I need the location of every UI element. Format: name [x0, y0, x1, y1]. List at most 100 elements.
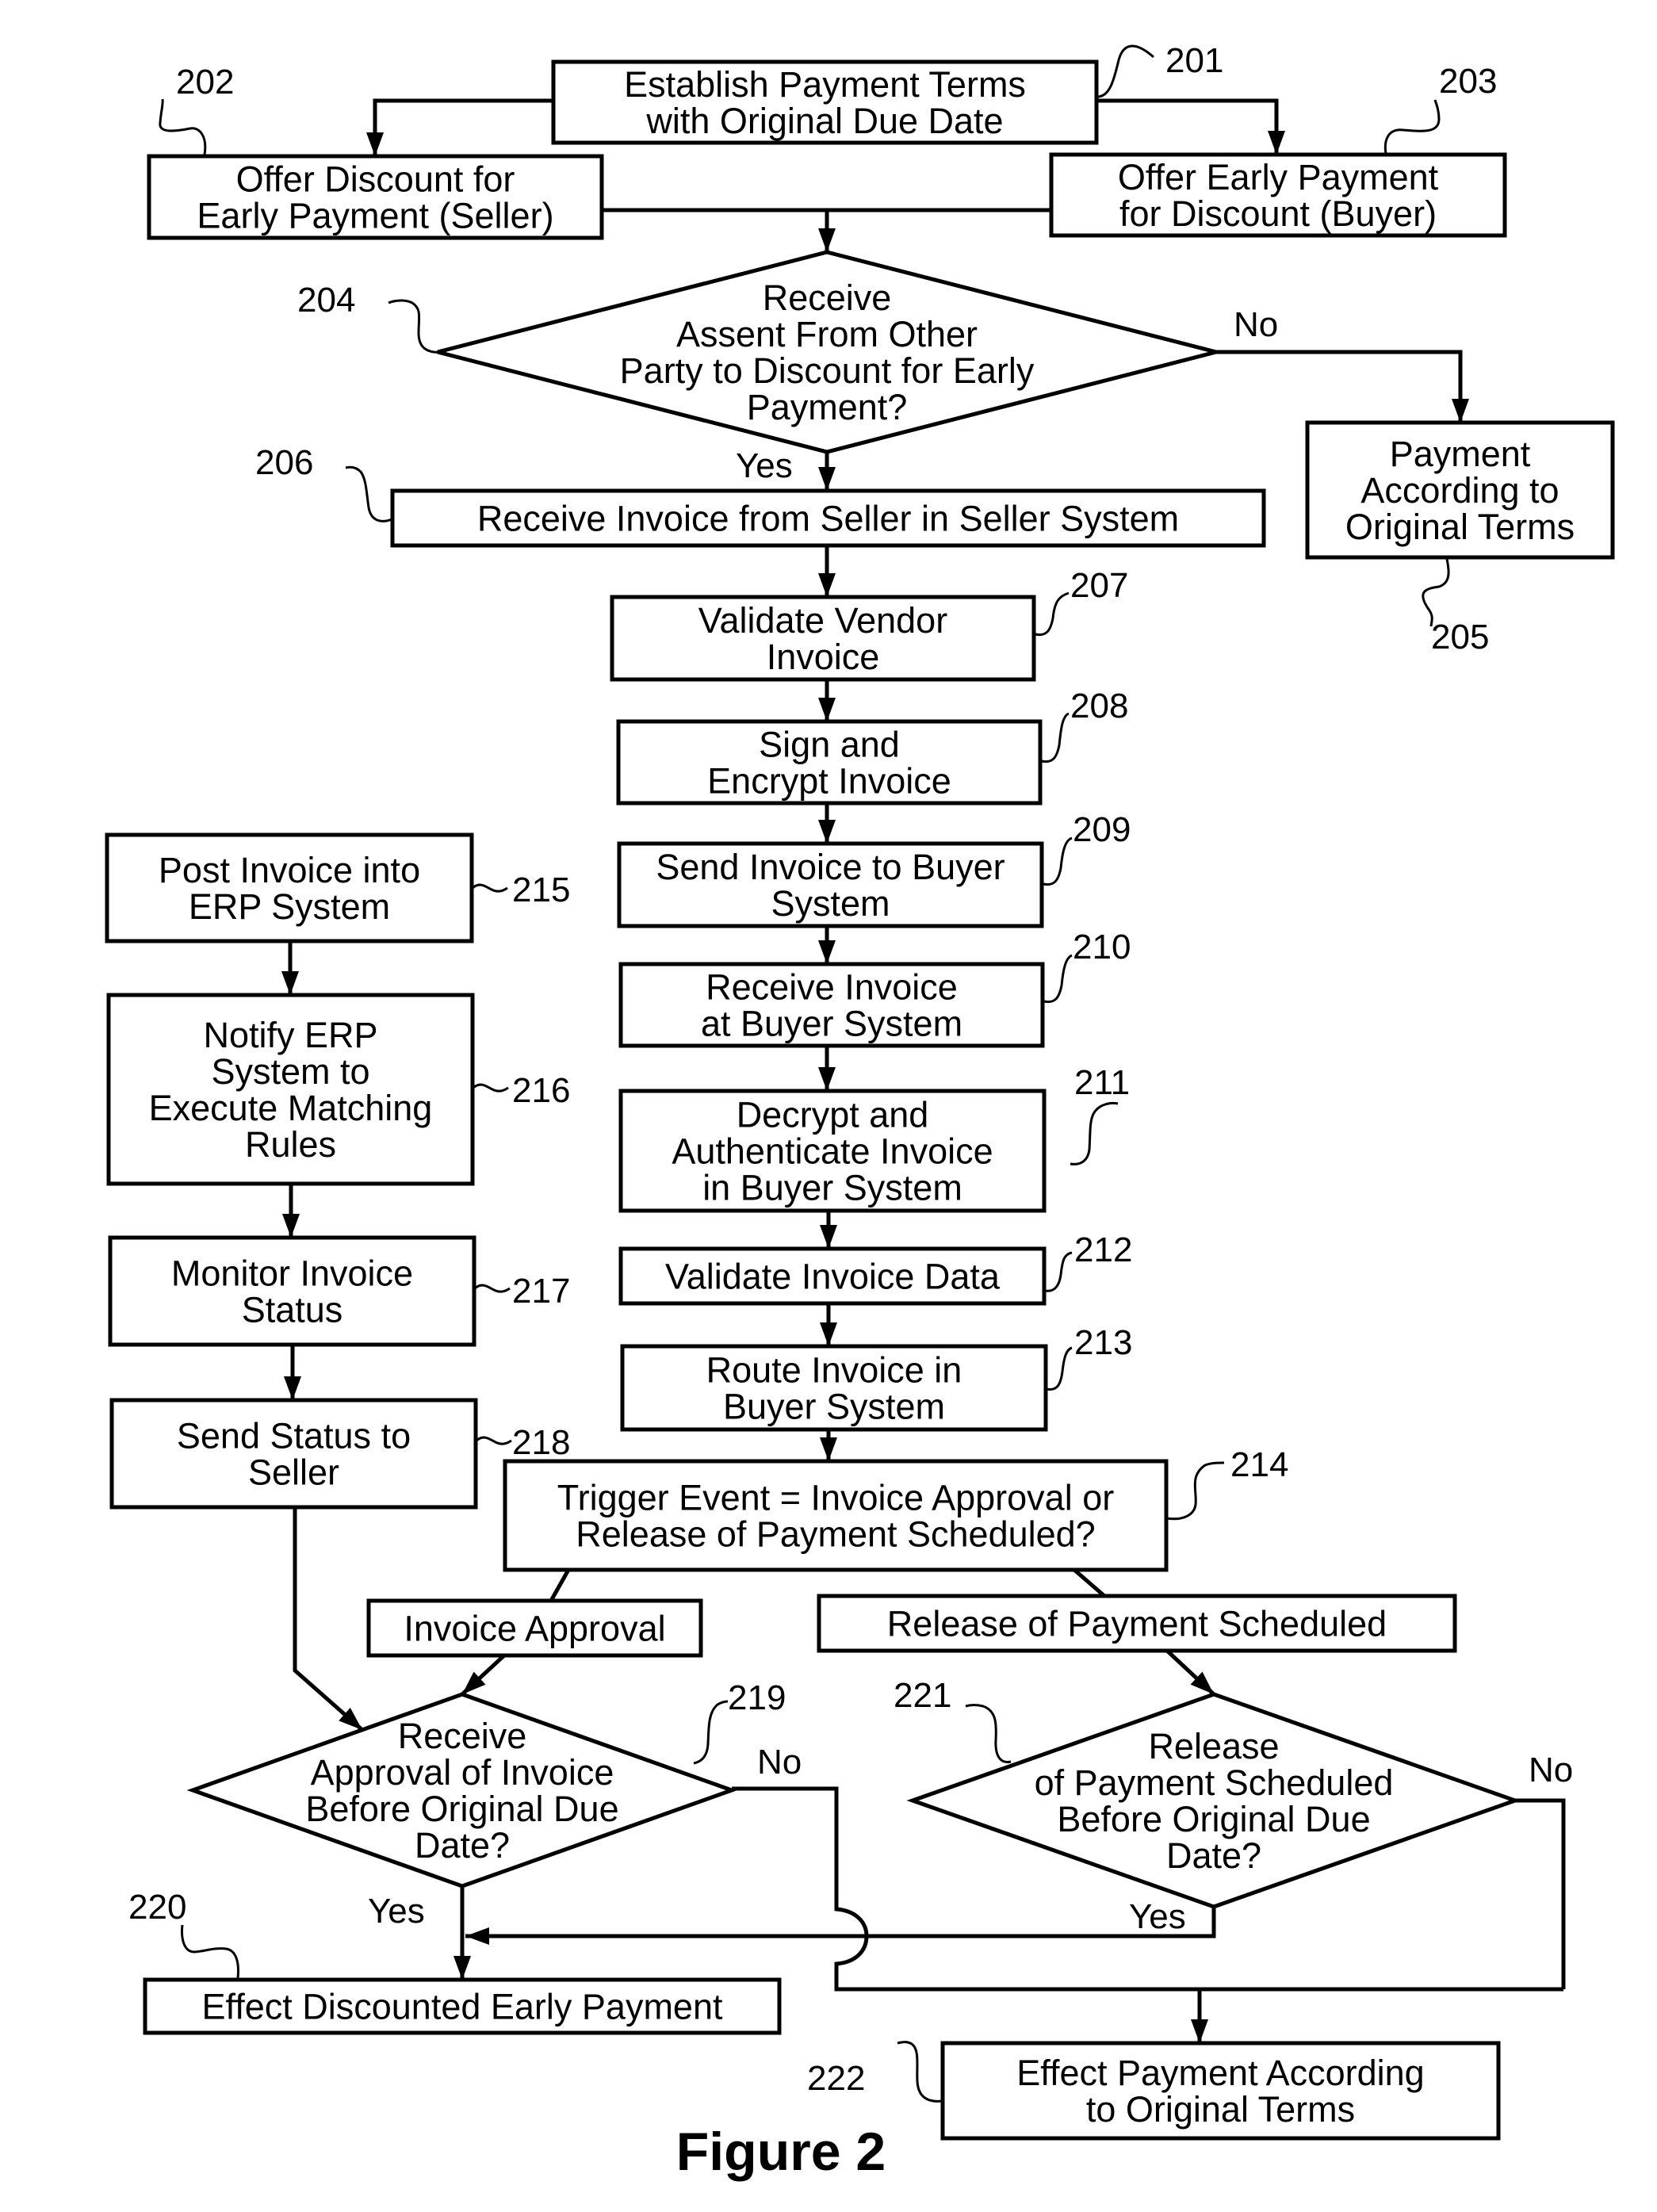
node-text-line: ERP System [189, 886, 390, 927]
node-text-line: Decrypt and [737, 1095, 929, 1135]
node-text-line: Offer Early Payment [1118, 157, 1439, 197]
node-text-line: Before Original Due [305, 1789, 618, 1829]
node-218: Send Status toSeller [109, 1398, 478, 1510]
node-text-line: Receive [398, 1716, 527, 1756]
reference-numeral-207: 207 [1070, 566, 1128, 605]
node-222: Effect Payment Accordingto Original Term… [940, 2041, 1501, 2141]
node-text-line: Date? [1166, 1835, 1261, 1876]
node-214: Trigger Event = Invoice Approval orRelea… [503, 1459, 1169, 1572]
reference-numeral-211: 211 [1074, 1063, 1130, 1102]
node-text-line: Invoice Approval [404, 1609, 665, 1649]
node-206: Receive Invoice from Seller in Seller Sy… [390, 488, 1266, 548]
node-text-line: Release of Payment Scheduled [887, 1604, 1387, 1644]
node-text-line: Execute Matching [149, 1088, 433, 1128]
node-201: Establish Payment Termswith Original Due… [551, 59, 1099, 145]
reference-numeral-210: 210 [1073, 928, 1131, 966]
reference-numeral-202: 202 [176, 63, 234, 101]
node-207: Validate VendorInvoice [610, 595, 1036, 682]
node-216: Notify ERPSystem toExecute MatchingRules [106, 993, 475, 1186]
node-text-line: System [771, 883, 890, 924]
reference-numeral-205: 205 [1431, 618, 1489, 656]
node-212: Validate Invoice Data [618, 1246, 1047, 1306]
node-text-line: Effect Payment According [1016, 2053, 1424, 2093]
node-217: Monitor InvoiceStatus [108, 1235, 476, 1347]
reference-numeral-214: 214 [1230, 1445, 1288, 1484]
reference-numeral-206: 206 [255, 443, 313, 482]
node-208: Sign andEncrypt Invoice [616, 719, 1043, 806]
edge-label-204-yes: Yes [736, 446, 793, 485]
reference-numeral-209: 209 [1073, 810, 1131, 849]
node-text-line: with Original Due Date [645, 101, 1003, 141]
node-text-line: Payment [1390, 434, 1531, 474]
node-220: Effect Discounted Early Payment [143, 1977, 782, 2035]
node-InvoiceApproval: Invoice Approval [366, 1598, 703, 1658]
node-213: Route Invoice inBuyer System [620, 1344, 1048, 1432]
reference-numeral-217: 217 [512, 1272, 570, 1311]
node-text-line: Payment? [747, 387, 908, 427]
reference-numeral-208: 208 [1070, 687, 1128, 725]
node-text-line: Validate Vendor [698, 600, 947, 641]
node-text-line: Rules [245, 1124, 336, 1165]
reference-numeral-220: 220 [128, 1888, 186, 1927]
node-text-line: Date? [415, 1825, 510, 1866]
edge-label-219-no: No [757, 1743, 802, 1781]
node-205: PaymentAccording toOriginal Terms [1305, 420, 1615, 560]
reference-numeral-221: 221 [894, 1676, 951, 1715]
node-text-line: Authenticate Invoice [672, 1131, 993, 1172]
node-text-line: Party to Discount for Early [620, 350, 1035, 391]
node-text-line: Send Invoice to Buyer [656, 847, 1005, 887]
node-ReleaseScheduled: Release of Payment Scheduled [817, 1594, 1457, 1653]
reference-numeral-222: 222 [807, 2059, 865, 2098]
reference-numeral-218: 218 [512, 1423, 570, 1462]
edge-label-219-yes: Yes [368, 1892, 425, 1931]
flowchart-figure-2: Establish Payment Termswith Original Due… [0, 0, 1657, 2212]
node-text-line: Original Terms [1345, 507, 1575, 547]
node-211: Decrypt andAuthenticate Invoicein Buyer … [618, 1089, 1047, 1213]
node-text-line: Offer Discount for [236, 159, 515, 200]
node-text-line: Encrypt Invoice [707, 761, 951, 802]
figure-caption: Figure 2 [676, 2122, 886, 2182]
node-text-line: at Buyer System [701, 1004, 962, 1044]
edge-label-204-no: No [1234, 305, 1278, 344]
node-text-line: Invoice [767, 637, 880, 677]
node-text-line: Receive [763, 277, 892, 318]
node-203: Offer Early Paymentfor Discount (Buyer) [1049, 152, 1507, 238]
node-text-line: Effect Discounted Early Payment [202, 1987, 723, 2027]
node-text-line: for Discount (Buyer) [1119, 193, 1437, 234]
node-text-line: Monitor Invoice [171, 1253, 413, 1294]
reference-numeral-216: 216 [512, 1071, 570, 1110]
reference-numeral-203: 203 [1439, 62, 1497, 101]
node-text-line: Trigger Event = Invoice Approval or [557, 1478, 1114, 1518]
node-text-line: Approval of Invoice [311, 1752, 614, 1793]
node-210: Receive Invoiceat Buyer System [618, 962, 1045, 1048]
reference-numeral-213: 213 [1074, 1323, 1132, 1362]
node-215: Post Invoice intoERP System [105, 832, 474, 943]
node-text-line: Receive Invoice [706, 967, 958, 1008]
node-text-line: Notify ERP [203, 1015, 377, 1055]
node-text-line: Route Invoice in [706, 1350, 962, 1391]
node-text-line: Seller [248, 1452, 339, 1493]
reference-numeral-212: 212 [1074, 1230, 1132, 1269]
node-text-line: Assent From Other [676, 314, 978, 354]
reference-numeral-201: 201 [1165, 41, 1223, 80]
reference-numeral-204: 204 [297, 281, 355, 320]
node-text-line: in Buyer System [702, 1168, 962, 1208]
node-209: Send Invoice to BuyerSystem [617, 841, 1044, 928]
node-text-line: Validate Invoice Data [665, 1257, 1001, 1297]
node-text-line: Release [1148, 1726, 1279, 1766]
node-text-line: According to [1360, 470, 1559, 511]
reference-numeral-215: 215 [512, 871, 570, 909]
node-text-line: of Payment Scheduled [1035, 1762, 1394, 1803]
node-text-line: to Original Terms [1086, 2089, 1355, 2130]
node-text-line: Early Payment (Seller) [197, 196, 553, 236]
node-text-line: Buyer System [723, 1387, 945, 1427]
edge-label-221-yes: Yes [1129, 1897, 1186, 1936]
reference-numeral-219: 219 [728, 1678, 786, 1717]
node-text-line: Post Invoice into [159, 850, 420, 890]
node-text-line: Receive Invoice from Seller in Seller Sy… [477, 499, 1179, 539]
node-202: Offer Discount forEarly Payment (Seller) [147, 154, 604, 240]
edge-label-221-no: No [1529, 1751, 1573, 1789]
node-text-line: Before Original Due [1057, 1799, 1370, 1839]
node-text-line: System to [211, 1051, 369, 1092]
node-text-line: Establish Payment Terms [624, 64, 1026, 105]
